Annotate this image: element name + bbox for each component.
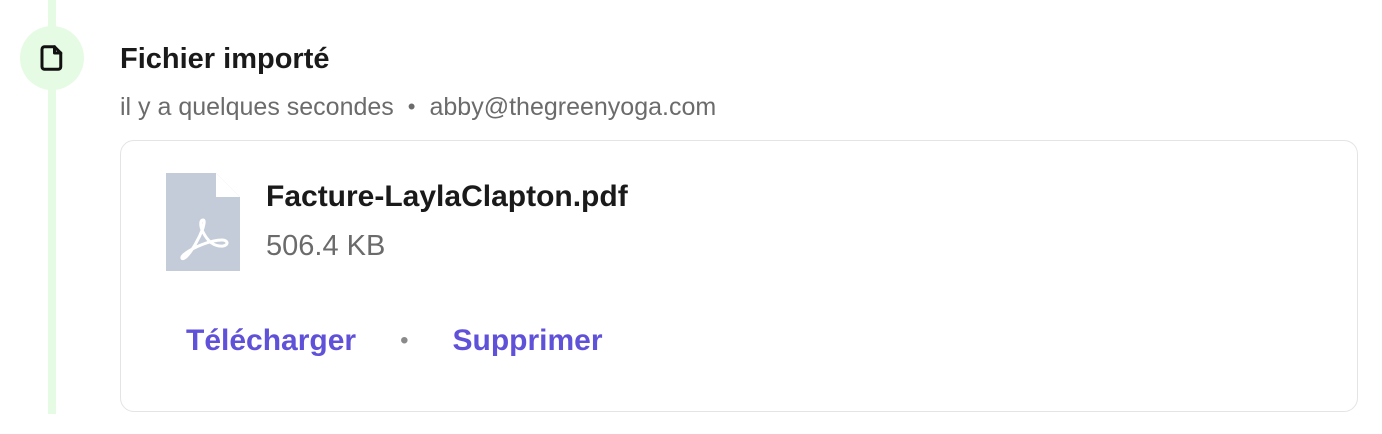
file-name: Facture-LaylaClapton.pdf [266,180,628,213]
event-user: abby@thegreenyoga.com [429,93,717,121]
file-card: Facture-LaylaClapton.pdf 506.4 KB Téléch… [120,140,1358,412]
download-link[interactable]: Télécharger [186,321,356,361]
pdf-file-icon [166,173,240,271]
event-meta: il y a quelques secondes • abby@thegreen… [120,90,716,124]
timeline-node [20,26,84,90]
delete-link[interactable]: Supprimer [453,321,603,361]
file-actions: Télécharger • Supprimer [186,321,603,361]
file-size: 506.4 KB [266,230,386,262]
meta-separator: • [407,94,416,119]
document-icon [37,43,67,73]
event-time: il y a quelques secondes [120,93,394,121]
action-separator: • [400,327,409,354]
event-title: Fichier importé [120,43,330,75]
